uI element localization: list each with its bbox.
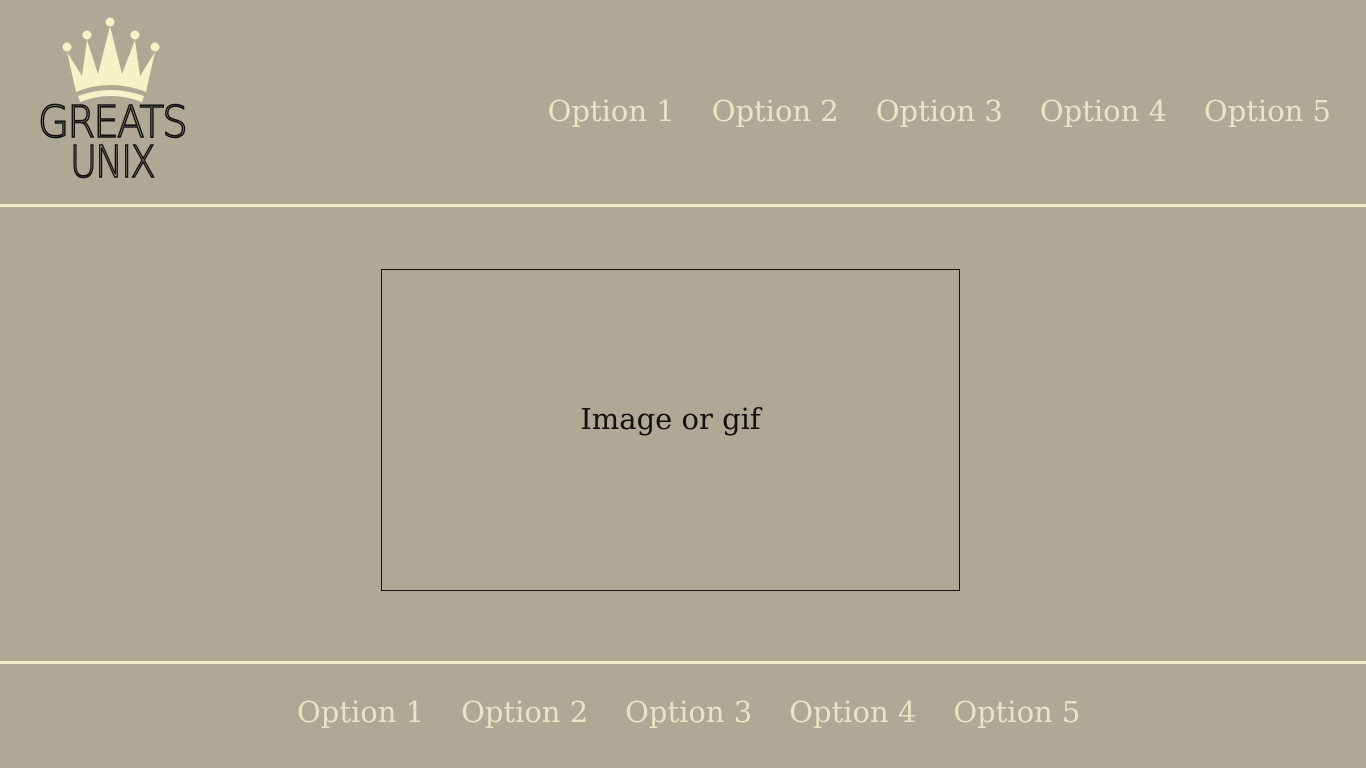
brand-logo[interactable]: GREATS UNIX: [36, 16, 188, 182]
site-header: GREATS UNIX Option 1 Option 2 Option 3 O…: [0, 0, 1366, 205]
page: GREATS UNIX Option 1 Option 2 Option 3 O…: [0, 0, 1366, 768]
header-nav-option-4[interactable]: Option 4: [1040, 92, 1167, 130]
media-placeholder: Image or gif: [381, 269, 960, 591]
footer-nav-option-1[interactable]: Option 1: [297, 693, 424, 731]
footer-nav-option-4[interactable]: Option 4: [789, 693, 916, 731]
footer-nav-option-3[interactable]: Option 3: [625, 693, 752, 731]
crown-logo-icon: GREATS UNIX: [37, 17, 188, 182]
footer-nav-option-2[interactable]: Option 2: [461, 693, 588, 731]
header-nav-option-1[interactable]: Option 1: [548, 92, 675, 130]
header-nav: Option 1 Option 2 Option 3 Option 4 Opti…: [548, 92, 1331, 130]
footer-nav-option-5[interactable]: Option 5: [953, 693, 1080, 731]
header-nav-option-3[interactable]: Option 3: [876, 92, 1003, 130]
header-nav-option-2[interactable]: Option 2: [712, 92, 839, 130]
media-placeholder-label: Image or gif: [580, 402, 761, 436]
header-nav-option-5[interactable]: Option 5: [1204, 92, 1331, 130]
footer-nav: Option 1 Option 2 Option 3 Option 4 Opti…: [297, 693, 1080, 731]
footer-divider: [0, 661, 1366, 664]
header-divider: [0, 204, 1366, 207]
svg-text:UNIX: UNIX: [70, 137, 154, 182]
